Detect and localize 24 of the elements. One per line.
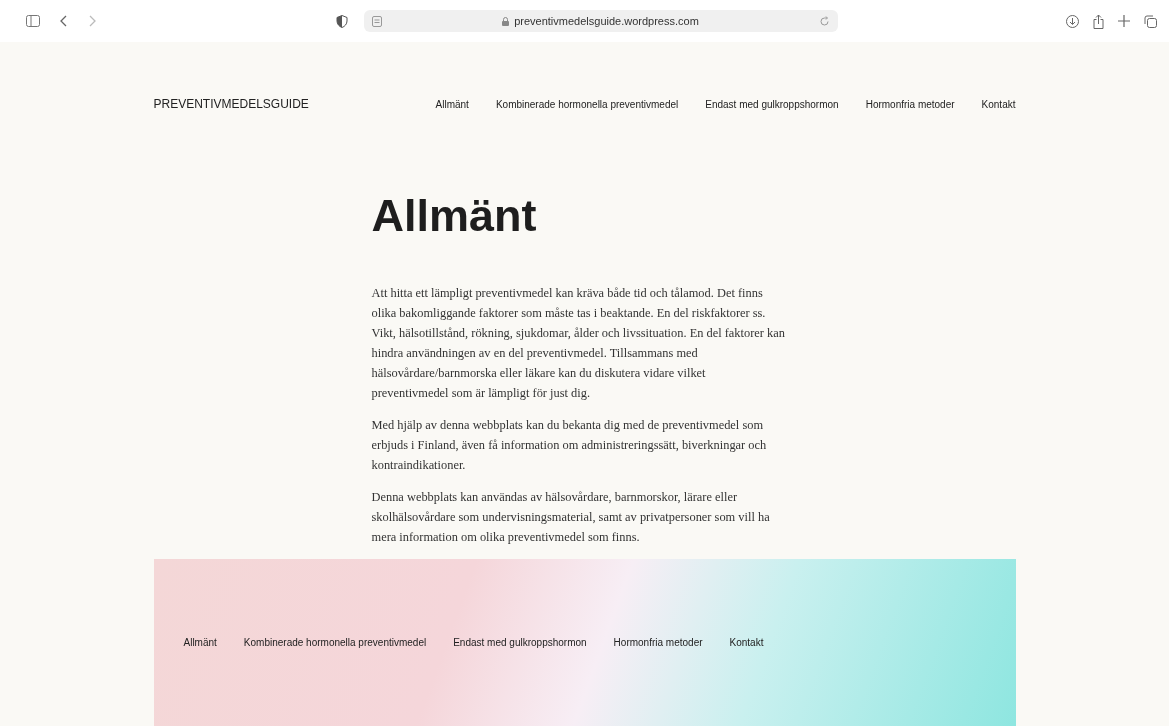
paragraph: Att hitta ett lämpligt preventivmedel kan kräva både tid och tålamod. Det finns olika bakomliggande faktorer som måste tas i beaktande. En del riskfaktorer ss. Vikt, hälsotillstånd, rökning, sjukdomar, ålder och livssituation. En del faktorer kan hindra användningen av en del preventivmedel. Tillsammans med hälsovårdare/barnmorska eller läkare kan du diskutera vidare vilket preventivmedel som är lämpligt för just dig. (371, 285, 786, 402)
lock-icon (502, 16, 510, 26)
nav-link[interactable]: Kombinerade hormonella preventivmedel (495, 98, 679, 110)
footer-link[interactable]: Hormonfria metoder (613, 637, 703, 648)
nav-link[interactable]: Endast med gulkroppshormon (705, 98, 839, 110)
page-title: Allmänt (371, 193, 538, 238)
footer-link[interactable]: Allmänt (183, 637, 217, 648)
url-text: preventivmedelsguide.wordpress.com (514, 15, 699, 27)
back-icon[interactable] (60, 15, 68, 27)
paragraph: Denna webbplats kan användas av hälsovårdare, barnmorskor, lärare eller skolhälsovårdare som undervisningsmaterial, samt av privatpersoner som vill ha mera information om olika preventivmedel som finns. (371, 489, 771, 546)
plus-icon[interactable] (1118, 15, 1130, 27)
nav-link[interactable]: Kontakt (981, 98, 1016, 110)
nav-link[interactable]: Allmänt (435, 98, 469, 110)
nav-link[interactable]: Hormonfria metoder (865, 98, 955, 110)
footer-link[interactable]: Kontakt (729, 637, 764, 648)
footer-link[interactable]: Kombinerade hormonella preventivmedel (243, 637, 427, 648)
site-title[interactable]: PREVENTIVMEDELSGUIDE (153, 97, 309, 111)
share-icon[interactable] (1093, 13, 1104, 29)
footer-link[interactable]: Endast med gulkroppshormon (453, 637, 587, 648)
sidebar-icon[interactable] (26, 15, 40, 27)
tabs-icon[interactable] (1144, 14, 1157, 28)
download-icon[interactable] (1066, 14, 1079, 28)
paragraph: Med hjälp av denna webbplats kan du bekanta dig med de preventivmedel som erbjuds i Finland, även få information om administreringssätt, biverkningar och kontraindikationer. (371, 417, 768, 474)
shield-icon[interactable] (336, 14, 348, 28)
